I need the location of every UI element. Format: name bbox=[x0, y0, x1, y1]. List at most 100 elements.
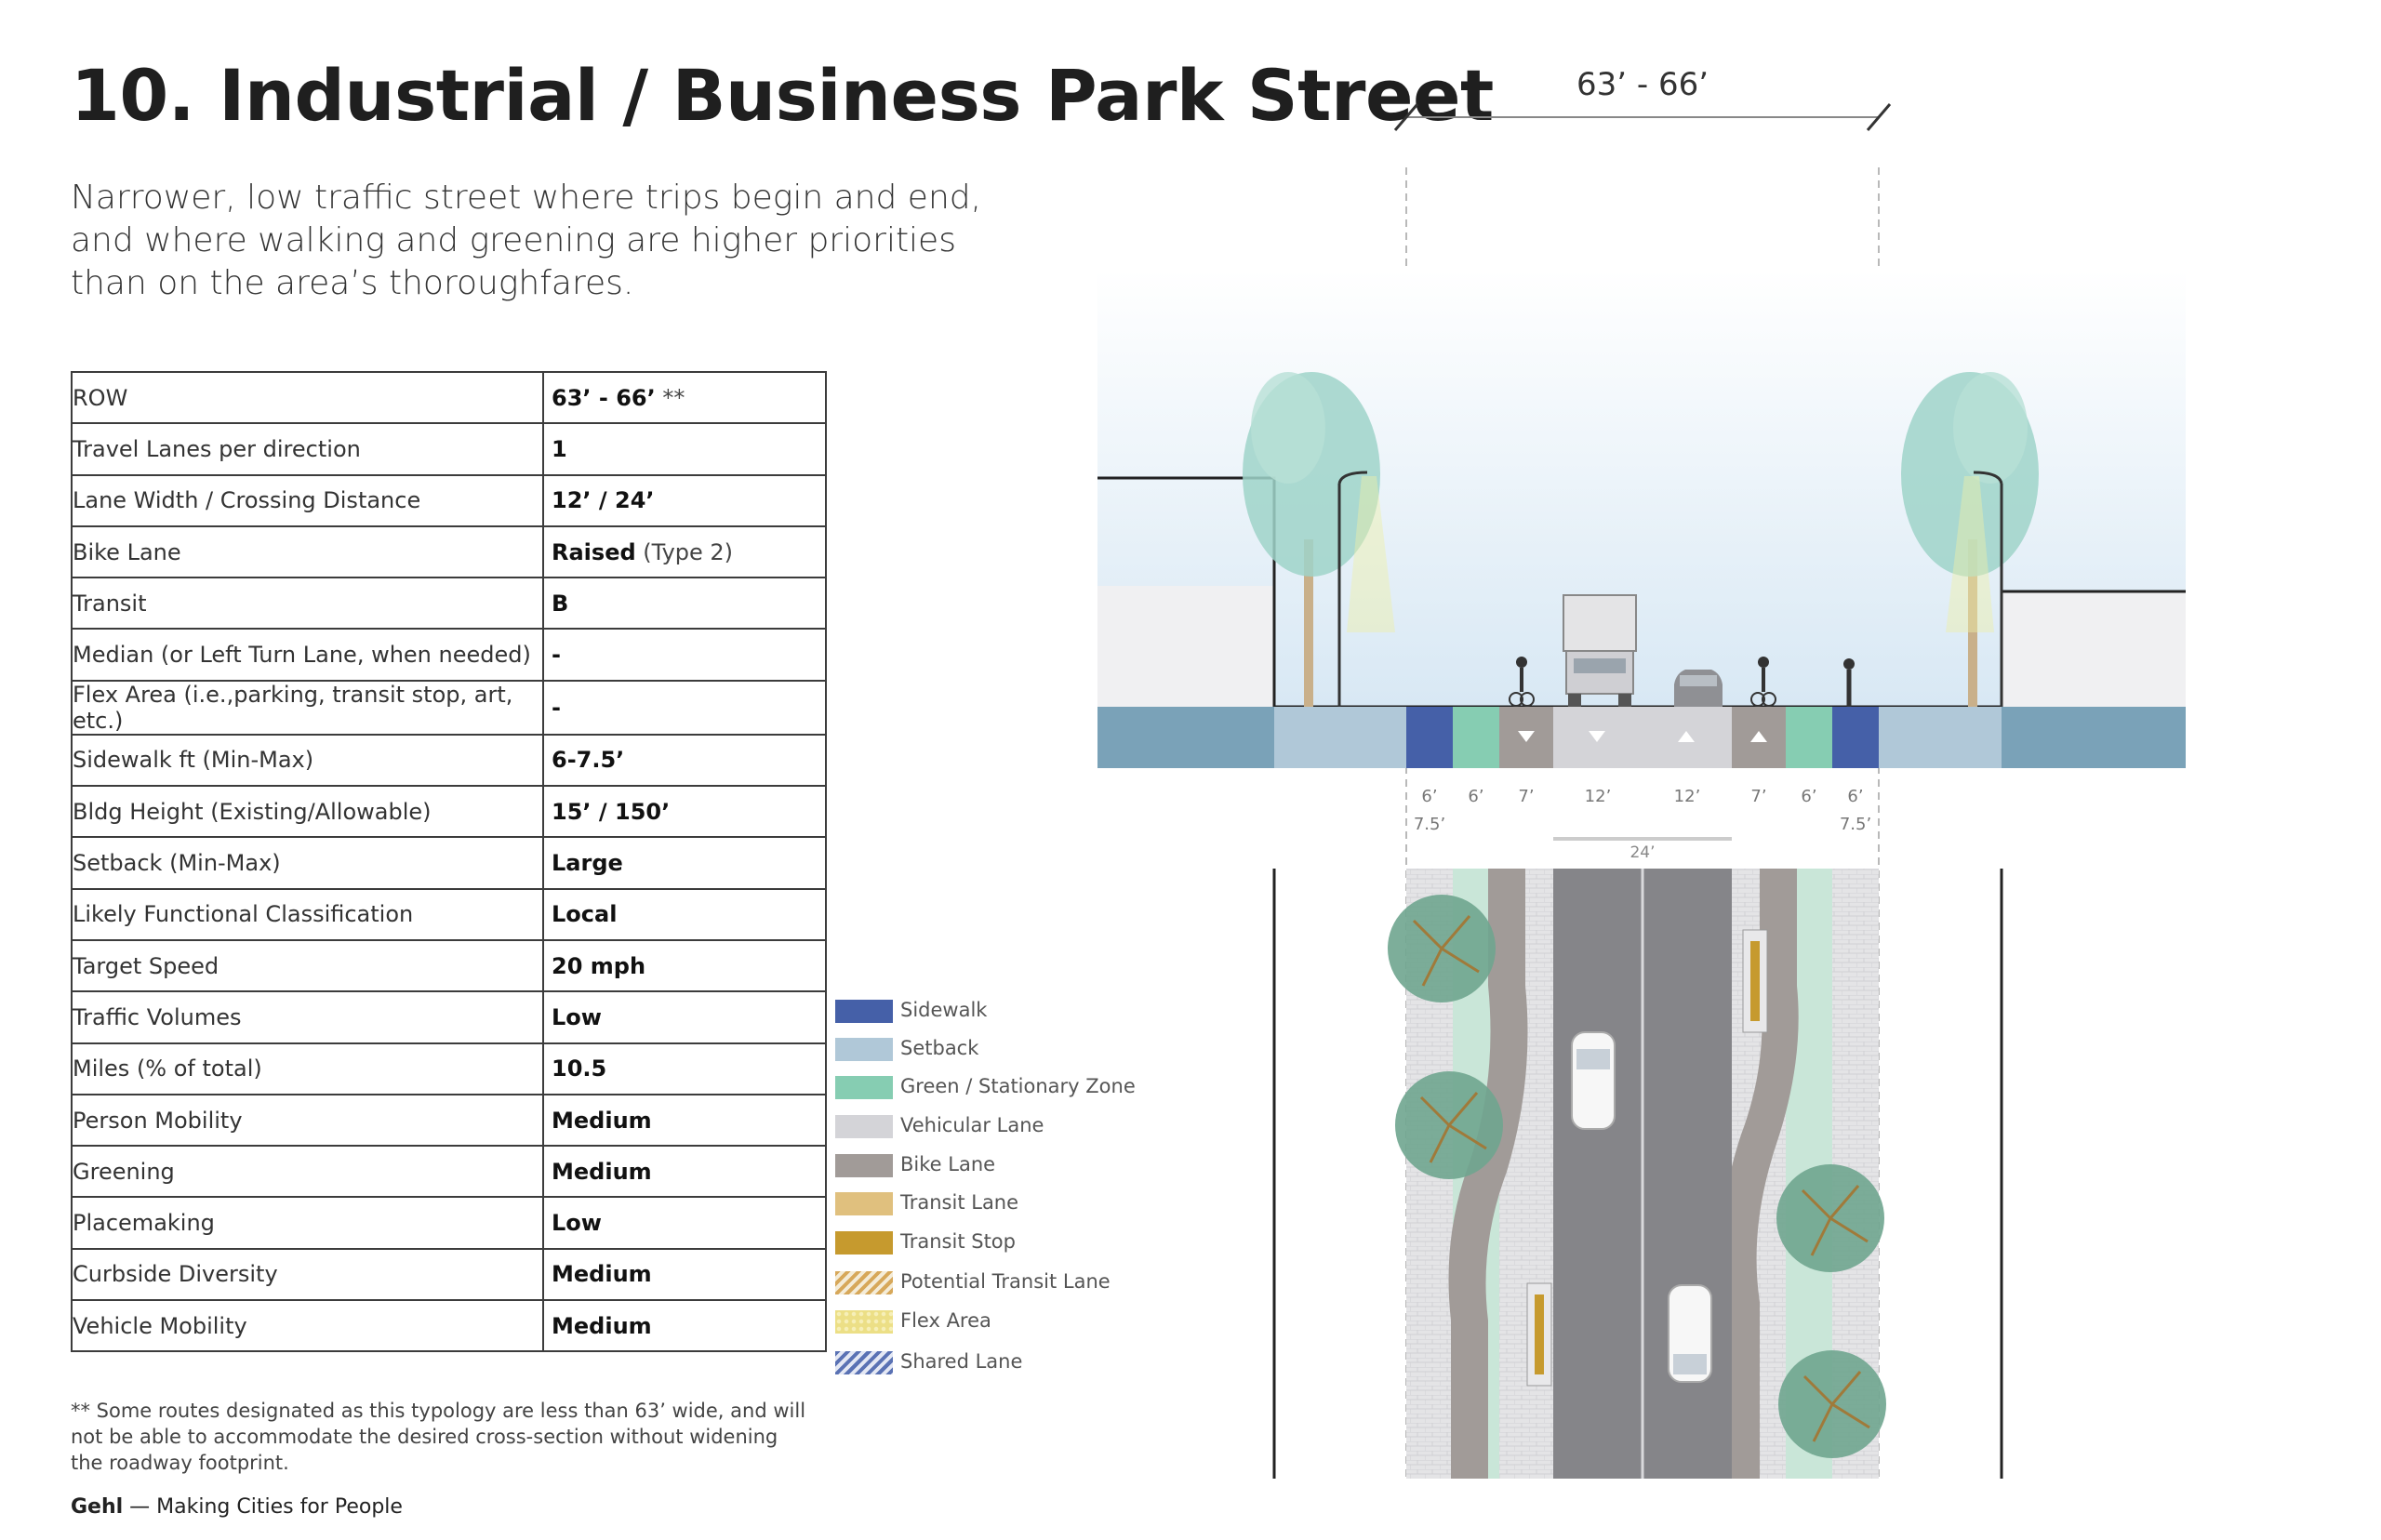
car-plan-1 bbox=[1571, 1031, 1616, 1130]
street-diagram: 63’ - 66’ 6’ 7.5’ 6’ 7’ 12’ 12’ 7’ 6’ 6’… bbox=[1092, 56, 2232, 1492]
spec-row: Sidewalk ft (Min-Max) 6-7.5’ bbox=[71, 733, 827, 788]
legend-label: Bike Lane bbox=[900, 1153, 996, 1175]
spec-row: Traffic Volumes Low bbox=[71, 990, 827, 1044]
crossing-distance-label: 24’ bbox=[1629, 843, 1655, 862]
spec-row: Lane Width / Crossing Distance 12’ / 24’ bbox=[71, 473, 827, 527]
spec-value-cell: Medium bbox=[542, 1247, 827, 1302]
segment-width-top: 12’ bbox=[1674, 787, 1701, 806]
legend-swatch bbox=[835, 1192, 893, 1215]
spec-label: Likely Functional Classification bbox=[71, 887, 544, 941]
spec-value-cell: Medium bbox=[542, 1299, 827, 1353]
spec-label: Median (or Left Turn Lane, when needed) bbox=[71, 628, 544, 682]
spec-label: Bldg Height (Existing/Allowable) bbox=[71, 785, 544, 839]
segment-width-top: 6’ bbox=[1421, 787, 1437, 806]
spec-row: Transit B bbox=[71, 577, 827, 631]
segment-width-top: 6’ bbox=[1468, 787, 1483, 806]
legend-label: Shared Lane bbox=[900, 1350, 1023, 1373]
spec-row: Flex Area (i.e.,parking, transit stop, a… bbox=[71, 679, 827, 736]
spec-row: Vehicle Mobility Medium bbox=[71, 1299, 827, 1353]
segment-width-top: 6’ bbox=[1801, 787, 1816, 806]
spec-row: Person Mobility Medium bbox=[71, 1093, 827, 1148]
credit-brand: Gehl bbox=[71, 1495, 124, 1519]
segment-width-bottom: 7.5’ bbox=[1840, 815, 1871, 834]
spec-label: Vehicle Mobility bbox=[71, 1299, 544, 1353]
spec-label: Miles (% of total) bbox=[71, 1042, 544, 1095]
legend-swatch bbox=[835, 1351, 893, 1374]
legend-label: Vehicular Lane bbox=[900, 1114, 1044, 1136]
spec-label: Target Speed bbox=[71, 938, 544, 993]
spec-value: B bbox=[552, 590, 569, 617]
spec-label: Travel Lanes per direction bbox=[71, 422, 544, 476]
legend-swatch bbox=[835, 1038, 893, 1061]
spec-value-cell: 6-7.5’ bbox=[542, 733, 827, 788]
spec-value-cell: 20 mph bbox=[542, 938, 827, 993]
spec-value-cell: - bbox=[542, 679, 827, 736]
tree-plan-right-2 bbox=[1778, 1350, 1886, 1458]
spec-value-cell: Local bbox=[542, 887, 827, 941]
spec-value: - bbox=[552, 694, 561, 721]
spec-value-cell: Medium bbox=[542, 1093, 827, 1148]
spec-value-cell: Raised (Type 2) bbox=[542, 524, 827, 579]
spec-value-cell: 15’ / 150’ bbox=[542, 785, 827, 839]
segment-width-top: 6’ bbox=[1847, 787, 1863, 806]
spec-label: Setback (Min-Max) bbox=[71, 836, 544, 890]
spec-value: Large bbox=[552, 850, 623, 877]
spec-label: Transit bbox=[71, 577, 544, 631]
tree-plan-left-2 bbox=[1395, 1071, 1503, 1179]
spec-value-cell: Low bbox=[542, 990, 827, 1044]
segment-width-bottom: 7.5’ bbox=[1414, 815, 1445, 834]
tree-plan-right-1 bbox=[1776, 1164, 1884, 1272]
legend-label: Flex Area bbox=[900, 1309, 991, 1332]
page-subtitle: Narrower, low traffic street where trips… bbox=[71, 179, 982, 302]
spec-label: ROW bbox=[71, 370, 544, 425]
spec-row: Target Speed 20 mph bbox=[71, 938, 827, 993]
spec-value-note: (Type 2) bbox=[635, 538, 734, 565]
legend-swatch bbox=[835, 1076, 893, 1099]
spec-value: Medium bbox=[552, 1312, 652, 1339]
legend-swatch bbox=[835, 1231, 893, 1255]
credit-line: Gehl — Making Cities for People bbox=[71, 1495, 403, 1519]
segment-width-top: 12’ bbox=[1585, 787, 1612, 806]
spec-value-note: ** bbox=[655, 384, 685, 411]
spec-value: - bbox=[552, 642, 561, 669]
car-plan-2 bbox=[1668, 1284, 1712, 1383]
credit-tagline: — Making Cities for People bbox=[123, 1495, 403, 1519]
spec-value: 63’ - 66’ bbox=[552, 384, 656, 411]
legend-swatch bbox=[835, 1115, 893, 1138]
spec-label: Bike Lane bbox=[71, 524, 544, 579]
legend-swatch bbox=[835, 1310, 893, 1334]
spec-label: Sidewalk ft (Min-Max) bbox=[71, 733, 544, 788]
spec-row: Greening Medium bbox=[71, 1145, 827, 1199]
spec-value: 15’ / 150’ bbox=[552, 798, 671, 825]
spec-row: Bike Lane Raised (Type 2) bbox=[71, 524, 827, 579]
segment-width-top: 7’ bbox=[1518, 787, 1534, 806]
legend-swatch bbox=[835, 1154, 893, 1177]
segment-width-top: 7’ bbox=[1750, 787, 1766, 806]
spec-row: Miles (% of total) 10.5 bbox=[71, 1042, 827, 1095]
legend-label: Setback bbox=[900, 1037, 979, 1059]
spec-value: Medium bbox=[552, 1261, 652, 1288]
footnote: ** Some routes designated as this typolo… bbox=[71, 1400, 806, 1474]
spec-value: 20 mph bbox=[552, 952, 646, 979]
legend-label: Transit Stop bbox=[900, 1230, 1016, 1253]
spec-value: Low bbox=[552, 1210, 602, 1237]
spec-label: Traffic Volumes bbox=[71, 990, 544, 1044]
spec-label: Lane Width / Crossing Distance bbox=[71, 473, 544, 527]
spec-value-cell: 10.5 bbox=[542, 1042, 827, 1095]
spec-value-cell: 1 bbox=[542, 422, 827, 476]
spec-value: Medium bbox=[552, 1107, 652, 1134]
spec-label: Placemaking bbox=[71, 1196, 544, 1250]
spec-label: Flex Area (i.e.,parking, transit stop, a… bbox=[71, 679, 544, 736]
segment-width-labels: 6’ 7.5’ 6’ 7’ 12’ 12’ 7’ 6’ 6’ 7.5’ bbox=[1414, 787, 1871, 834]
legend-swatch bbox=[835, 1000, 893, 1023]
street-spec-table: ROW 63’ - 66’ ** Travel Lanes per directio… bbox=[71, 370, 827, 1353]
spec-row: Bldg Height (Existing/Allowable) 15’ / 15… bbox=[71, 785, 827, 839]
spec-row: ROW 63’ - 66’ ** bbox=[71, 370, 827, 425]
spec-row: Setback (Min-Max) Large bbox=[71, 836, 827, 890]
spec-label: Curbside Diversity bbox=[71, 1247, 544, 1302]
spec-value-cell: Large bbox=[542, 836, 827, 890]
tree-plan-left-1 bbox=[1388, 895, 1496, 1002]
spec-value-cell: - bbox=[542, 628, 827, 682]
legend-label: Transit Lane bbox=[900, 1191, 1019, 1214]
spec-value: 1 bbox=[552, 435, 567, 462]
